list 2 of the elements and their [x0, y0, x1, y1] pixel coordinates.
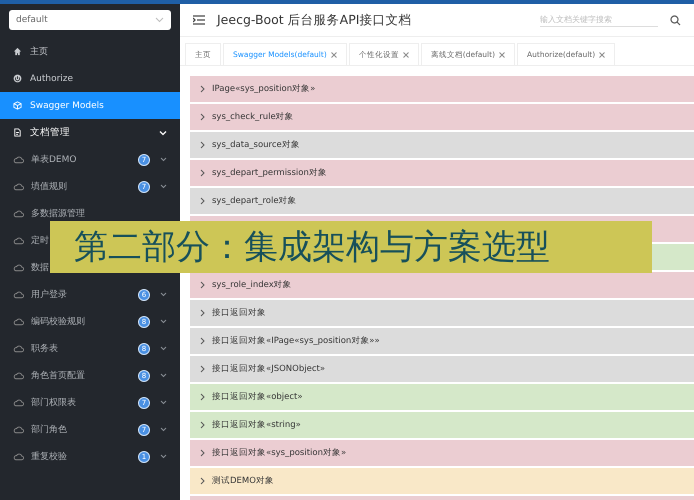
page-title: Jeecg-Boot 后台服务API接口文档: [217, 12, 412, 28]
banner-overlay: 第二部分：集成架构与方案选型: [50, 221, 652, 273]
